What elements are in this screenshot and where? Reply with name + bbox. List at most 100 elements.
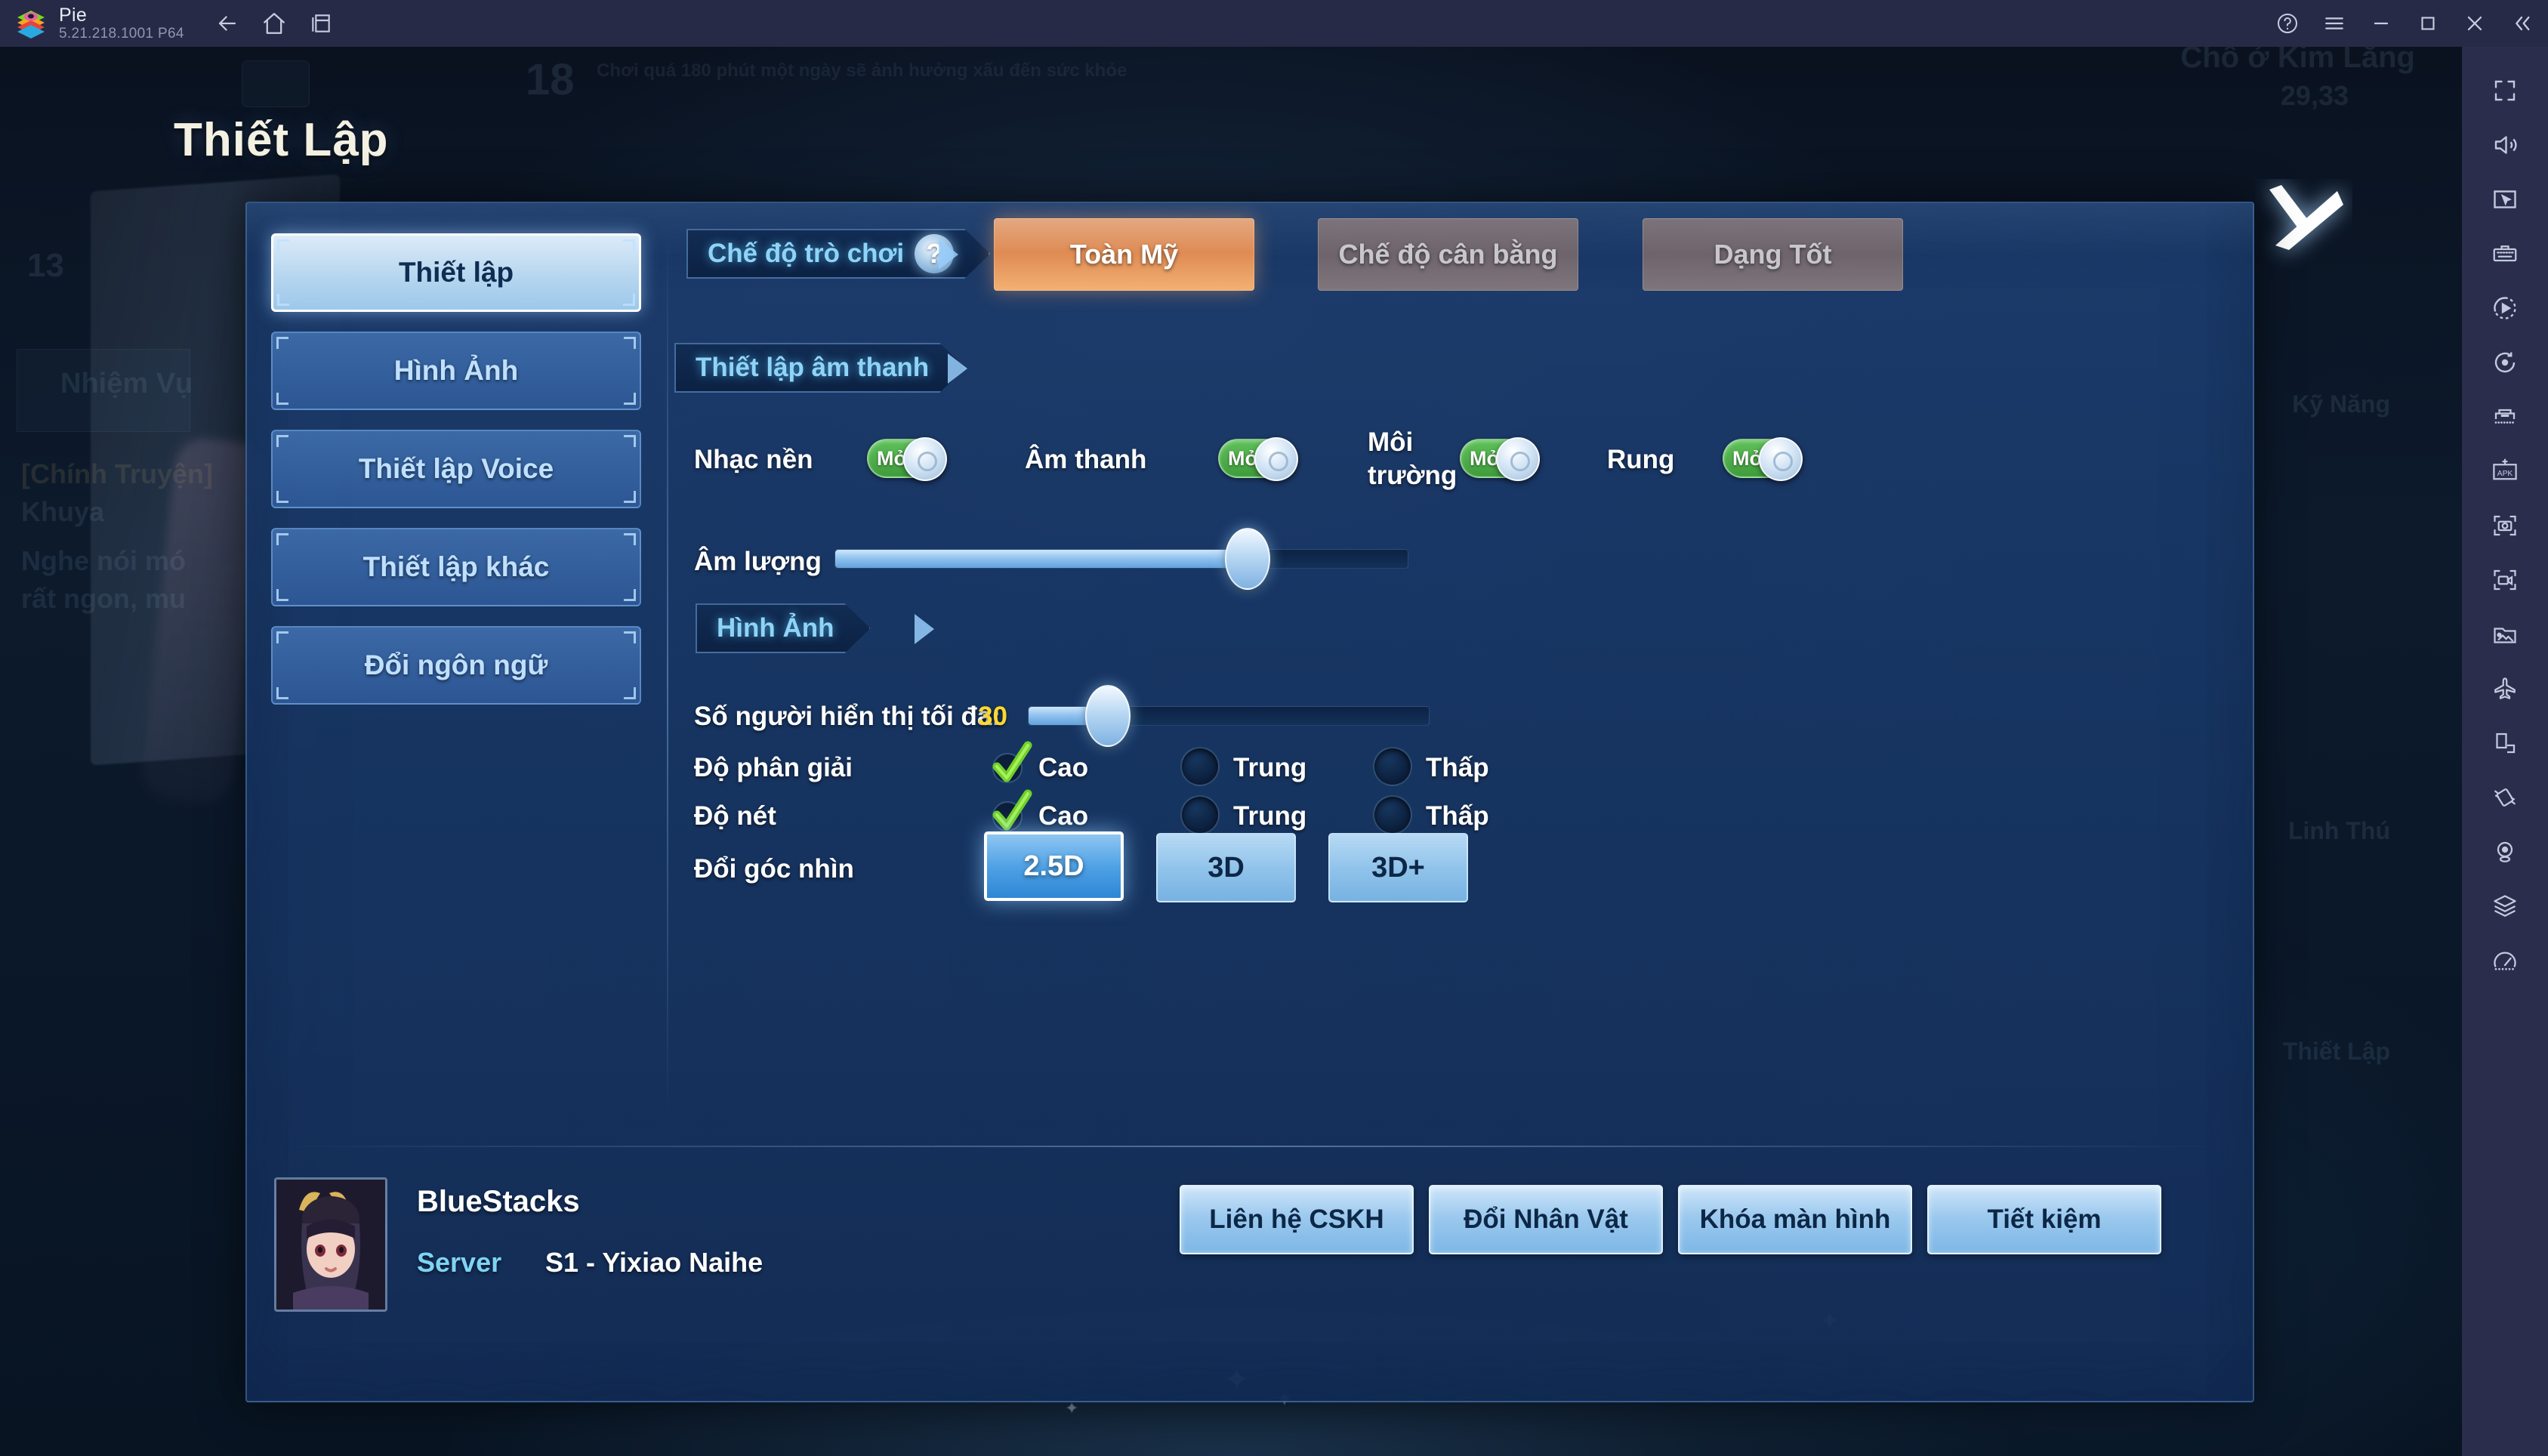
multi-instance-icon[interactable]	[298, 0, 344, 47]
background-health-notice: Chơi quá 180 phút một ngày sẽ ảnh hưởng …	[597, 60, 1127, 81]
cursor-mode-icon[interactable]	[2462, 172, 2548, 227]
settings-content: Chế độ trò chơi ? Toàn Mỹ Chế độ cân bằn…	[682, 218, 2238, 1124]
audio-toggle-label-vibrate: Rung	[1607, 445, 1675, 474]
sharpness-option-thap-label: Thấp	[1426, 801, 1489, 831]
background-location: Chỗ ở Kim Lăng	[2180, 47, 2415, 74]
server-value: S1 - Yixiao Naihe	[545, 1247, 763, 1278]
layers-icon[interactable]	[2462, 879, 2548, 933]
toggle-knob	[1759, 437, 1803, 481]
max-players-slider-knob[interactable]	[1085, 685, 1131, 747]
sharpness-option-trung-radio[interactable]	[1180, 795, 1220, 834]
perspective-label: Đổi góc nhìn	[694, 854, 854, 884]
game-mode-option-dang-tot[interactable]: Dạng Tốt	[1643, 218, 1903, 291]
volume-slider-knob[interactable]	[1225, 528, 1271, 590]
chevron-right-icon	[915, 614, 934, 644]
game-mode-option-label: Toàn Mỹ	[1069, 239, 1179, 270]
toggle-rung[interactable]: Mở	[1723, 437, 1803, 481]
screen-record-icon[interactable]	[2462, 553, 2548, 607]
keyboard-controls-icon[interactable]	[2462, 227, 2548, 281]
resolution-option-thap-radio[interactable]	[1373, 747, 1412, 786]
perspective-option-3d[interactable]: 3D	[1156, 833, 1296, 902]
perspective-option-label: 3D+	[1371, 851, 1425, 884]
svg-text:APK: APK	[2497, 470, 2513, 478]
sidebar-item-thiet-lap-khac[interactable]: Thiết lập khác	[271, 528, 641, 606]
resolution-option-cao-label: Cao	[1038, 753, 1089, 782]
sidebar-item-thiet-lap-voice[interactable]: Thiết lập Voice	[271, 430, 641, 508]
lock-screen-button[interactable]: Khóa màn hình	[1678, 1185, 1912, 1254]
volume-icon[interactable]	[2462, 118, 2548, 172]
perspective-option-25d[interactable]: 2.5D	[984, 831, 1124, 901]
multi-instance-sync-icon[interactable]	[2462, 390, 2548, 444]
section-header-graphics: Hình Ảnh	[696, 603, 871, 653]
sidebar-item-doi-ngon-ngu[interactable]: Đổi ngôn ngữ	[271, 626, 641, 705]
help-icon[interactable]	[2264, 0, 2311, 47]
resolution-option-trung-label: Trung	[1233, 753, 1307, 782]
volume-slider[interactable]	[834, 549, 1408, 569]
section-header-audio: Thiết lập âm thanh	[674, 343, 965, 393]
audio-toggle-label-environment: Môi trường	[1368, 427, 1458, 490]
footer-button-label: Liên hệ CSKH	[1209, 1205, 1384, 1234]
back-icon[interactable]	[204, 0, 251, 47]
section-header-label: Chế độ trò chơi	[708, 239, 905, 268]
volume-slider-fill	[835, 550, 1248, 568]
resolution-option-trung-radio[interactable]	[1180, 747, 1220, 786]
chevron-right-icon	[939, 239, 958, 270]
menu-icon[interactable]	[2311, 0, 2358, 47]
sidebar-item-hinh-anh[interactable]: Hình Ảnh	[271, 332, 641, 410]
macro-recorder-icon[interactable]	[2462, 281, 2548, 335]
sidebar-item-label: Hình Ảnh	[393, 355, 519, 386]
contact-support-button[interactable]: Liên hệ CSKH	[1180, 1185, 1414, 1254]
performance-icon[interactable]	[2462, 933, 2548, 988]
background-quest-line-4: rất ngon, mu	[21, 583, 186, 614]
background-level: 13	[27, 247, 64, 284]
media-manager-icon[interactable]	[2462, 607, 2548, 662]
toggle-knob	[903, 437, 947, 481]
screen: Pie 5.21.218.1001 P64 13 Nhiệm Vụ [Chính…	[0, 0, 2548, 1456]
resolution-option-thap-label: Thấp	[1426, 753, 1489, 782]
sharpness-option-thap-radio[interactable]	[1373, 795, 1412, 834]
sharpness-option-cao-label: Cao	[1038, 801, 1089, 831]
background-quest-line-3: Nghe nói mó	[21, 545, 186, 576]
resolution-option-cao-check[interactable]	[987, 741, 1034, 788]
rotate-icon[interactable]	[2462, 335, 2548, 390]
toggle-am-thanh[interactable]: Mở	[1218, 437, 1298, 481]
airplane-mode-icon[interactable]	[2462, 662, 2548, 716]
background-quest-title: Nhiệm Vụ	[60, 368, 193, 399]
close-icon[interactable]	[2451, 0, 2498, 47]
footer-button-label: Khóa màn hình	[1699, 1205, 1891, 1234]
switch-character-button[interactable]: Đổi Nhân Vật	[1429, 1185, 1663, 1254]
shake-icon[interactable]	[2462, 770, 2548, 825]
toggle-moi-truong[interactable]: Mở	[1460, 437, 1540, 481]
max-players-label: Số người hiển thị tối đa:	[694, 702, 1001, 731]
avatar[interactable]	[274, 1177, 387, 1312]
rotate-screen-icon[interactable]	[2462, 716, 2548, 770]
game-viewport: 13 Nhiệm Vụ [Chính Truyện] Khuya Nghe nó…	[0, 47, 2462, 1456]
sharpness-option-cao-check[interactable]	[987, 789, 1034, 836]
footer-divider	[270, 1146, 2230, 1147]
game-mode-option-label: Dạng Tốt	[1714, 239, 1832, 270]
settings-dialog: Thiết lập Hình Ảnh Thiết lập Voice Thiết…	[245, 202, 2254, 1402]
perspective-option-3dplus[interactable]: 3D+	[1328, 833, 1468, 902]
toggle-nhac-nen[interactable]: Mở	[867, 437, 947, 481]
close-dialog-button[interactable]	[2254, 179, 2352, 277]
audio-toggle-label-sound: Âm thanh	[1025, 445, 1147, 474]
minimize-icon[interactable]	[2358, 0, 2405, 47]
sidebar-item-thiet-lap[interactable]: Thiết lập	[271, 233, 641, 312]
audio-toggle-label-music: Nhạc nền	[694, 445, 813, 474]
volume-label: Âm lượng	[694, 547, 822, 576]
collapse-rail-icon[interactable]	[2498, 0, 2545, 47]
game-mode-option-can-bang[interactable]: Chế độ cân bằng	[1318, 218, 1578, 291]
game-mode-option-toan-my[interactable]: Toàn Mỹ	[994, 218, 1254, 291]
save-button[interactable]: Tiết kiệm	[1927, 1185, 2161, 1254]
sharpness-option-trung-label: Trung	[1233, 801, 1307, 831]
location-icon[interactable]	[2462, 825, 2548, 879]
home-icon[interactable]	[251, 0, 298, 47]
background-coords: 29,33	[2280, 80, 2349, 111]
background-quest-line-2: Khuya	[21, 496, 105, 527]
install-apk-icon[interactable]: APK	[2462, 444, 2548, 498]
fullscreen-icon[interactable]	[2462, 63, 2548, 118]
maximize-icon[interactable]	[2405, 0, 2451, 47]
footer-button-label: Đổi Nhân Vật	[1464, 1205, 1628, 1234]
screenshot-icon[interactable]	[2462, 498, 2548, 553]
background-chat-dropdown	[242, 60, 310, 107]
